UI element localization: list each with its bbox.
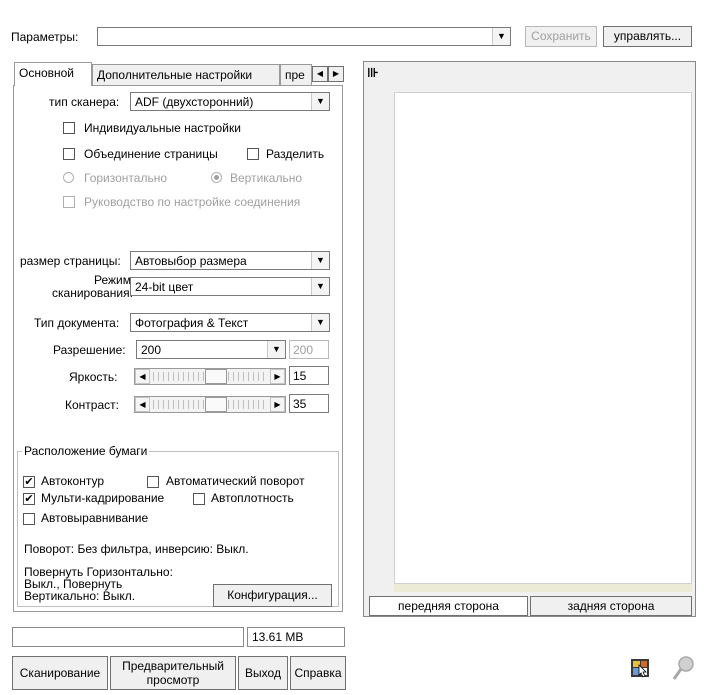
disabled-magnify-icon (671, 654, 697, 682)
manage-button[interactable]: управлять... (603, 26, 692, 47)
autocontour-checkbox[interactable]: ✔ (23, 476, 35, 488)
page-size-label: размер страницы: (20, 254, 121, 268)
autoalign-label: Автовыравнивание (41, 511, 149, 525)
chevron-down-icon[interactable]: ▼ (267, 341, 285, 358)
brightness-value-field[interactable]: 15 (289, 366, 329, 385)
exit-button[interactable]: Выход (238, 656, 288, 690)
chevron-down-icon[interactable]: ▼ (311, 252, 329, 269)
memory-field: 13.61 MB (247, 627, 345, 647)
split-checkbox[interactable] (247, 148, 259, 160)
scan-mode-label-line1: Режим (94, 273, 131, 287)
front-side-tab[interactable]: передняя сторона (369, 596, 528, 616)
doc-type-select[interactable]: Фотография & Текст ▼ (130, 313, 330, 332)
contrast-slider[interactable]: ◀ ▶ (134, 396, 286, 413)
paper-group-label: Расположение бумаги (22, 444, 150, 458)
resolution-value: 200 (141, 343, 162, 357)
back-side-tab[interactable]: задняя сторона (530, 596, 692, 616)
autorotate-label: Автоматический поворот (166, 474, 305, 488)
autodensity-label: Автоплотность (211, 491, 294, 505)
autorotate-checkbox[interactable] (147, 476, 159, 488)
params-combo[interactable]: ▼ (97, 27, 511, 46)
horizontal-radio[interactable] (63, 172, 74, 183)
params-label: Параметры: (11, 30, 79, 44)
tab-advanced[interactable]: Дополнительные настройки (92, 64, 280, 86)
chevron-down-icon[interactable]: ▼ (311, 93, 329, 110)
brightness-right-arrow-icon[interactable]: ▶ (270, 369, 285, 384)
individual-settings-checkbox[interactable] (63, 122, 75, 134)
page-size-value: Автовыбор размера (135, 254, 247, 268)
autodensity-checkbox[interactable] (193, 493, 205, 505)
resolution-aux-field[interactable]: 200 (289, 340, 329, 359)
tab-scroll-right-icon[interactable]: ▶ (328, 66, 344, 82)
status-left-field (12, 627, 244, 647)
autoalign-checkbox[interactable] (23, 513, 35, 525)
brightness-left-arrow-icon[interactable]: ◀ (135, 369, 150, 384)
preview-button-line1: Предварительный (122, 659, 224, 673)
multicrop-label: Мульти-кадрирование (41, 491, 165, 505)
horizontal-label: Горизонтально (84, 171, 168, 185)
contrast-thumb[interactable] (204, 397, 227, 412)
doc-type-value: Фотография & Текст (135, 316, 249, 330)
help-button[interactable]: Справка (290, 656, 346, 690)
scan-mode-label-line2: сканирования: (52, 286, 133, 300)
multicrop-checkbox[interactable]: ✔ (23, 493, 35, 505)
brightness-thumb[interactable] (204, 369, 227, 384)
page-size-select[interactable]: Автовыбор размера ▼ (130, 251, 330, 270)
scanner-type-select[interactable]: ADF (двухсторонний) ▼ (130, 92, 330, 111)
vertical-radio[interactable] (211, 172, 222, 183)
merge-pages-checkbox[interactable] (63, 148, 75, 160)
resolution-label: Разрешение: (53, 343, 126, 357)
individual-settings-label: Индивидуальные настройки (84, 121, 241, 135)
preview-toolbar-icon[interactable]: ⊪ (367, 66, 389, 86)
brightness-label: Яркость: (69, 370, 118, 384)
preview-scrollbar-area (394, 584, 692, 592)
merge-pages-label: Объединение страницы (84, 147, 218, 161)
brightness-slider[interactable]: ◀ ▶ (134, 368, 286, 385)
chevron-down-icon[interactable]: ▼ (492, 28, 510, 45)
connection-guide-checkbox[interactable] (63, 196, 75, 208)
resolution-select[interactable]: 200 ▼ (136, 340, 286, 359)
scanner-type-value: ADF (двухсторонний) (135, 95, 254, 109)
tab-scroll-left-icon[interactable]: ◀ (312, 66, 328, 82)
split-label: Разделить (266, 147, 325, 161)
preview-button[interactable]: Предварительный просмотр (110, 656, 236, 690)
chevron-down-icon[interactable]: ▼ (311, 278, 329, 295)
scan-mode-value: 24-bit цвет (135, 280, 194, 294)
tab-basic[interactable]: Основной (14, 62, 92, 86)
scanner-hand-icon[interactable] (629, 656, 653, 680)
contrast-label: Контраст: (65, 398, 119, 412)
rotate-info: Поворот: Без фильтра, инверсию: Выкл. (24, 542, 249, 556)
contrast-right-arrow-icon[interactable]: ▶ (270, 397, 285, 412)
contrast-value-field[interactable]: 35 (289, 394, 329, 413)
scan-button[interactable]: Сканирование (12, 656, 108, 690)
preview-canvas[interactable] (394, 92, 692, 584)
scan-mode-select[interactable]: 24-bit цвет ▼ (130, 277, 330, 296)
flip-info-line3: Вертикально: Выкл. (24, 589, 136, 603)
save-button[interactable]: Сохранить (525, 26, 597, 47)
autocontour-label: Автоконтур (41, 474, 105, 488)
configuration-button[interactable]: Конфигурация... (213, 584, 332, 607)
doc-type-label: Тип документа: (34, 316, 120, 330)
vertical-label: Вертикально (230, 171, 303, 185)
connection-guide-label: Руководство по настройке соединения (84, 195, 301, 209)
tab-preview-partial[interactable]: пре (280, 64, 312, 86)
chevron-down-icon[interactable]: ▼ (311, 314, 329, 331)
preview-button-line2: просмотр (146, 673, 200, 687)
scanner-type-label: тип сканера: (49, 95, 120, 109)
contrast-left-arrow-icon[interactable]: ◀ (135, 397, 150, 412)
